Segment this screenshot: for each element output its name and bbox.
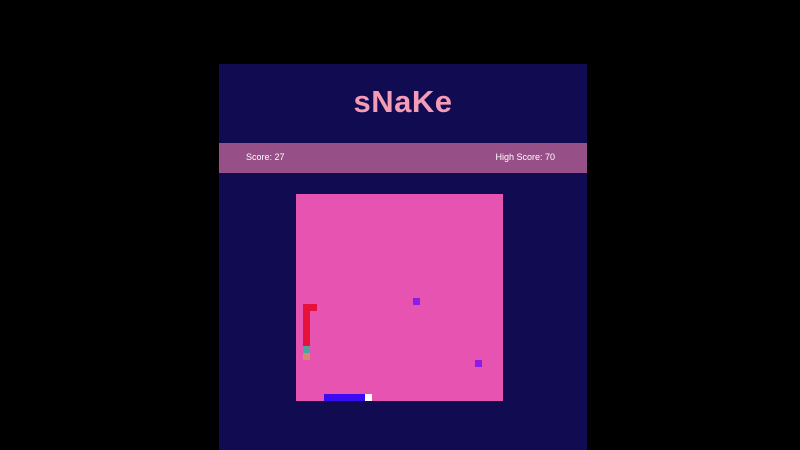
food-item <box>413 297 421 305</box>
red-snake-segment <box>309 304 317 312</box>
score-bar: Score: 27 High Score: 70 <box>219 143 587 173</box>
food-item <box>475 359 483 367</box>
game-panel: sNaKe Score: 27 High Score: 70 <box>219 64 587 450</box>
high-score-display: High Score: 70 <box>495 152 555 162</box>
blue-snake-head <box>365 394 372 401</box>
red-snake-segment <box>302 352 310 360</box>
game-board[interactable] <box>296 194 503 401</box>
score-display: Score: 27 <box>246 152 285 162</box>
game-title: sNaKe <box>353 84 453 119</box>
